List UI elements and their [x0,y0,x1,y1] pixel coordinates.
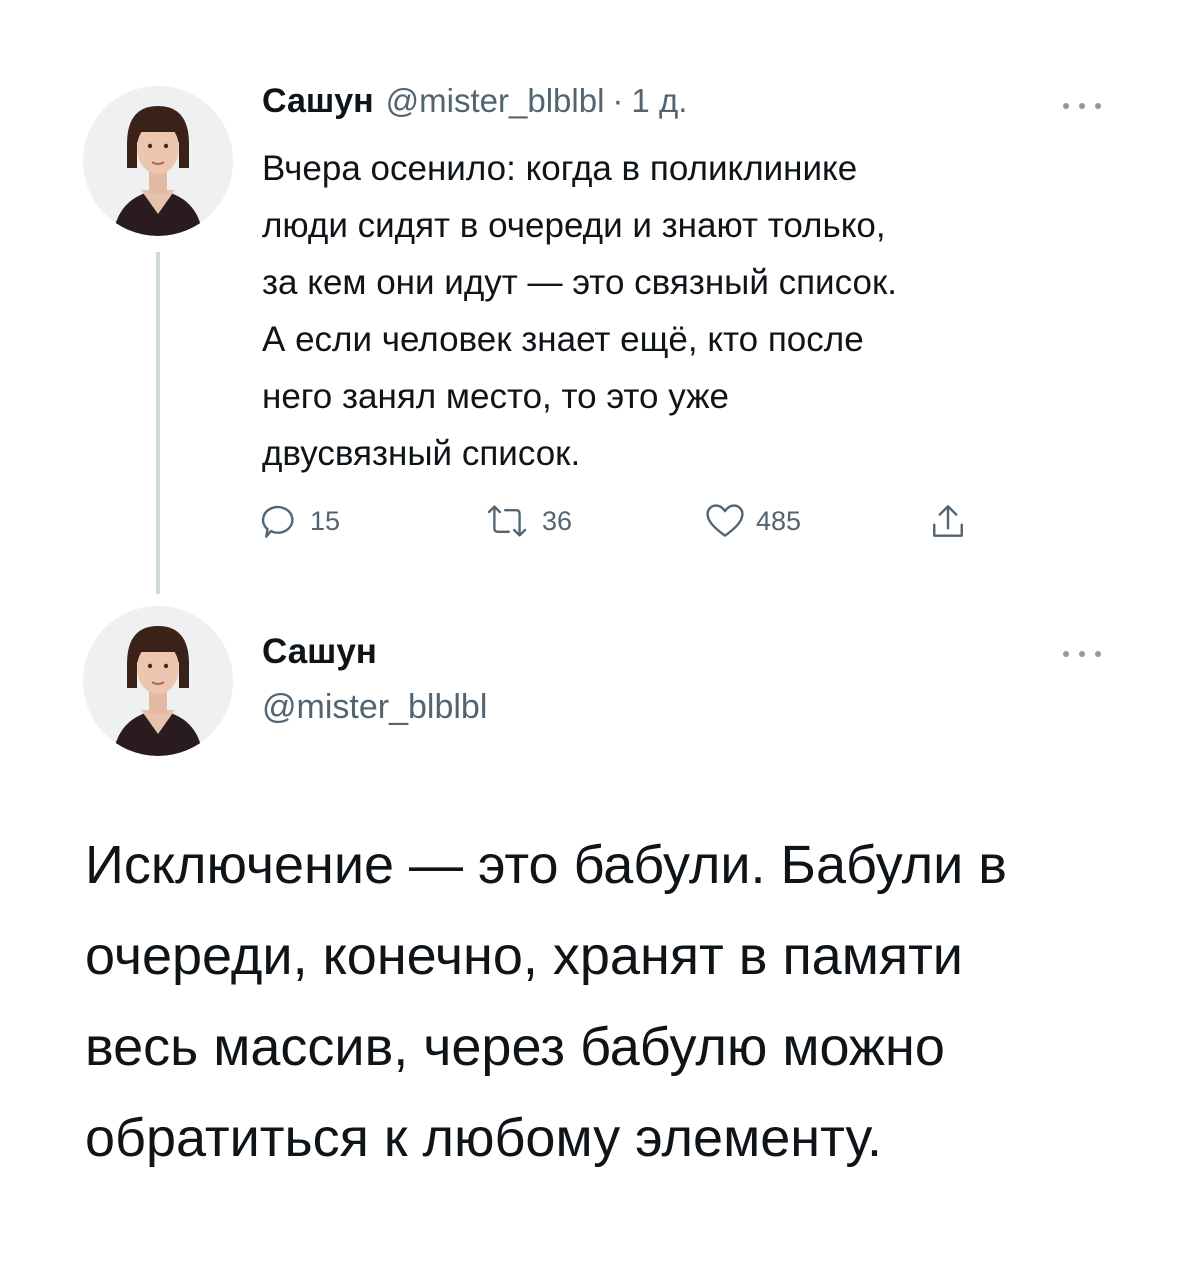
tweet-actions-bar: 15 36 485 [258,496,978,546]
tweet-text: Вчера осенило: когда в поликлинике люди … [262,140,1102,482]
header-separator: · [612,82,624,119]
more-dots-icon[interactable] [1063,648,1101,660]
tweet-timestamp[interactable]: 1 д. [631,82,687,120]
reply-icon [261,505,294,538]
share-icon [933,505,963,537]
author-name[interactable]: Сашун [262,632,377,672]
tweet-text-line: Вчера осенило: когда в поликлинике [262,149,858,188]
retweet-button[interactable]: 36 [480,496,572,546]
thread-connector-line [156,252,160,594]
tweet-text-line: Исключение — это бабули. Бабули в [85,835,1007,895]
tweet-original: Сашун @mister_blblbl · 1 д. Вчера осенил… [0,0,1193,600]
reply-button[interactable]: 15 [258,496,340,546]
author-handle[interactable]: @mister_blblbl [386,82,605,120]
tweet-text-line: обратиться к любому элементу. [85,1108,883,1168]
author-name[interactable]: Сашун [262,82,374,121]
reply-count: 15 [310,505,341,536]
tweet-text: Исключение — это бабули. Бабули в очеред… [85,820,1145,1184]
tweet-text-line: за кем они идут — это связный список. [262,263,897,302]
more-dots-icon[interactable] [1063,100,1101,112]
author-handle[interactable]: @mister_blblbl [262,688,487,727]
tweet-text-line: люди сидят в очереди и знают только, [262,206,886,245]
tweet-text-line: очереди, конечно, хранят в памяти [85,926,963,986]
avatar-photo-icon [83,606,233,756]
retweet-count: 36 [542,505,573,536]
retweet-icon [487,505,527,537]
tweet-header: Сашун @mister_blblbl · 1 д. [262,82,687,126]
heart-icon [706,504,744,537]
tweet-text-line: весь массив, через бабулю можно [85,1017,945,1077]
like-button[interactable]: 485 [702,496,801,546]
tweet-text-line: двусвязный список. [262,434,581,473]
tweet-text-line: него занял место, то это уже [262,377,730,416]
share-button[interactable] [926,496,970,546]
author-avatar[interactable] [83,606,233,756]
avatar-photo-icon [83,86,233,236]
like-count: 485 [756,505,802,536]
author-avatar[interactable] [83,86,233,236]
tweet-text-line: А если человек знает ещё, кто после [262,320,864,359]
